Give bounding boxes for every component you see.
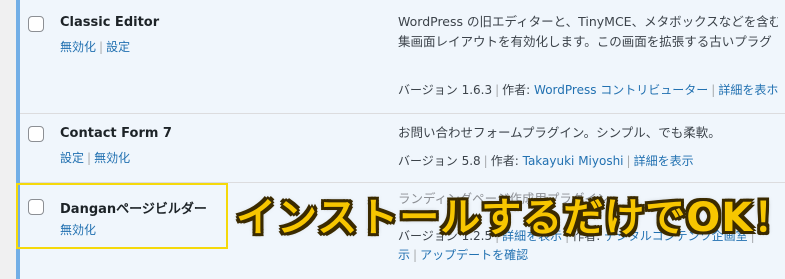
admin-margin (0, 0, 16, 279)
plugins-screen: Classic Editor 無効化 | 設定 WordPress の旧エディターと… (0, 0, 785, 279)
plugin-meta: バージョン 1.6.3 | 作者: WordPress コントリビューター | 詳細を表… (398, 83, 779, 97)
deactivate-link[interactable]: 無効化 (60, 40, 96, 54)
deactivate-link[interactable]: 無効化 (60, 223, 96, 237)
details-link[interactable]: 詳細を表ホ (718, 83, 778, 97)
row-actions: 設定 | 無効化 (60, 151, 131, 165)
version-text: バージョン 5.8 (398, 154, 481, 168)
author-prefix: 作者: (502, 83, 531, 97)
plugin-title: Contact Form 7 (60, 126, 172, 141)
plugin-checkbox[interactable] (28, 16, 44, 32)
settings-link[interactable]: 設定 (60, 151, 84, 165)
description-line: WordPress の旧エディターと、TinyMCE、メタボックスなどを含む (398, 14, 778, 29)
plugin-description: お問い合わせフォームプラグイン。シンプル、でも柔軟。 (398, 123, 778, 143)
plugin-description: WordPress の旧エディターと、TinyMCE、メタボックスなどを含む 集… (398, 12, 778, 52)
row-actions: 無効化 | 設定 (60, 40, 131, 54)
row-actions: 無効化 (60, 221, 96, 238)
author-link[interactable]: WordPress コントリビューター (534, 83, 708, 97)
deactivate-link[interactable]: 無効化 (94, 151, 130, 165)
plugin-checkbox[interactable] (28, 199, 44, 215)
plugin-title: Classic Editor (60, 15, 160, 30)
details-link[interactable]: 詳細を表示 (634, 154, 694, 168)
plugin-row-classic-editor: Classic Editor 無効化 | 設定 WordPress の旧エディターと… (20, 0, 785, 114)
plugin-title: Danganページビルダー (60, 202, 207, 217)
overlay-caption: インストールするだけでOK！ (236, 195, 785, 241)
settings-link[interactable]: 設定 (106, 40, 130, 54)
description-line: 集画面レイアウトを有効化します。この画面を拡張する古いプラグ (398, 34, 772, 49)
check-update-link[interactable]: アップデートを確認 (420, 248, 528, 262)
plugin-checkbox[interactable] (28, 126, 44, 142)
details-link-continued[interactable]: 示 (398, 248, 410, 262)
plugin-meta-line2: 示 | アップデートを確認 (398, 248, 529, 262)
version-text: バージョン 1.6.3 (398, 83, 493, 97)
plugin-meta: バージョン 5.8 | 作者: Takayuki Miyoshi | 詳細を表示 (398, 154, 694, 168)
author-link[interactable]: Takayuki Miyoshi (523, 154, 624, 168)
author-prefix: 作者: (490, 154, 519, 168)
plugin-row-contact-form-7: Contact Form 7 設定 | 無効化 お問い合わせフォームプラグイン。シン… (20, 114, 785, 183)
description-line: お問い合わせフォームプラグイン。シンプル、でも柔軟。 (398, 125, 721, 140)
